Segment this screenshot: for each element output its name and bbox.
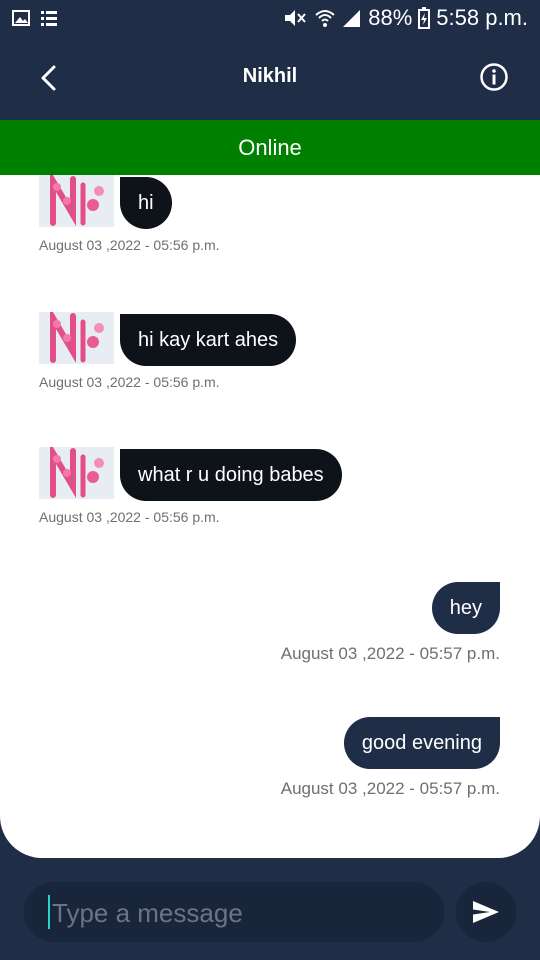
status-time: 5:58 p.m. (436, 5, 528, 30)
info-icon (480, 63, 508, 91)
image-icon (12, 10, 30, 26)
message-timestamp: August 03 ,2022 - 05:57 p.m. (280, 779, 500, 798)
message-input[interactable] (50, 882, 434, 944)
message-bubble[interactable]: good evening (343, 717, 500, 769)
message-bubble[interactable]: what r u doing babes (120, 449, 342, 501)
status-bar: 88% 5:58 p.m. (0, 0, 540, 38)
battery-percentage: 88% (368, 5, 413, 30)
avatar (39, 447, 114, 499)
wifi-icon (315, 10, 335, 27)
send-button[interactable] (456, 882, 516, 942)
avatar (39, 175, 114, 227)
list-icon (41, 11, 57, 26)
message-bubble[interactable]: hey (431, 582, 500, 634)
online-status-text: Online (238, 134, 302, 160)
message-timestamp: August 03 ,2022 - 05:57 p.m. (280, 644, 500, 663)
message-timestamp: August 03 ,2022 - 05:56 p.m. (39, 374, 220, 390)
mute-icon (285, 10, 306, 26)
signal-icon (343, 10, 361, 27)
message-timestamp: August 03 ,2022 - 05:56 p.m. (39, 509, 220, 525)
message-bubble[interactable]: hi kay kart ahes (120, 314, 297, 366)
message-timestamp: August 03 ,2022 - 05:56 p.m. (39, 237, 220, 253)
contact-name: Nikhil (242, 65, 298, 87)
message-composer (24, 882, 444, 944)
info-button[interactable] (478, 61, 510, 93)
chat-header: Nikhil (0, 38, 540, 118)
message-bubble[interactable]: hi (120, 177, 172, 229)
online-status-banner: Online (0, 120, 540, 175)
battery-icon (418, 7, 431, 29)
send-icon (473, 901, 499, 923)
message-list[interactable]: hi August 03 ,2022 - 05:56 p.m. hi kay k… (0, 175, 540, 858)
avatar (39, 312, 114, 364)
